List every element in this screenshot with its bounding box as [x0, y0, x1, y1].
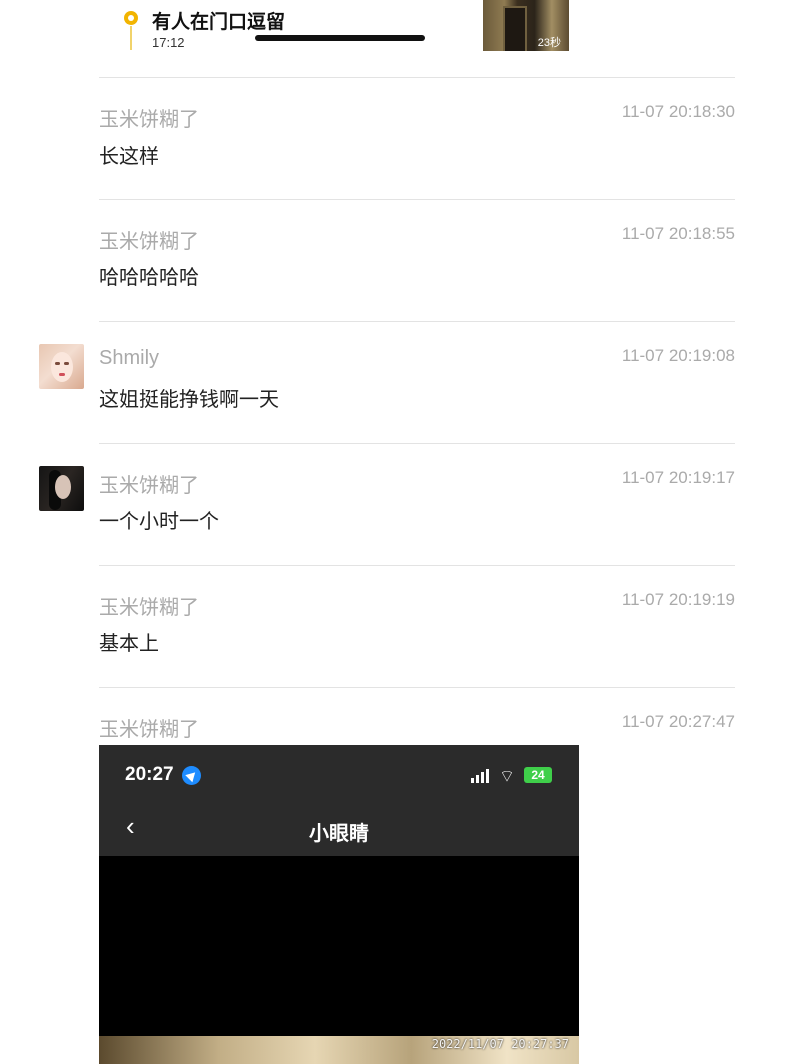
divider	[99, 687, 735, 688]
message-time: 11-07 20:19:19	[621, 590, 735, 609]
clock-icon	[124, 11, 138, 25]
screen-title: 小眼睛	[309, 823, 369, 845]
timeline-line	[130, 26, 132, 50]
message-time: 11-07 20:18:30	[621, 102, 735, 121]
username[interactable]: 玉米饼糊了	[99, 469, 199, 498]
event-time: 17:12	[152, 35, 185, 50]
event-title: 有人在门口逗留	[152, 12, 286, 33]
message-text: 哈哈哈哈哈	[99, 267, 199, 289]
username[interactable]: 玉米饼糊了	[99, 103, 199, 132]
video-timestamp: 2022/11/07 20:27:37	[431, 1037, 569, 1051]
wifi-icon: ⌔	[499, 767, 515, 786]
divider	[99, 443, 735, 444]
avatar[interactable]	[39, 466, 84, 511]
divider	[99, 77, 735, 78]
username[interactable]: 玉米饼糊了	[99, 591, 199, 620]
message-time: 11-07 20:18:55	[621, 224, 735, 243]
message-time: 11-07 20:19:08	[621, 346, 735, 365]
location-icon	[182, 766, 201, 785]
battery-icon: 24	[524, 767, 552, 783]
message-image[interactable]: 20:27 ⌔ 24 ‹ 小眼睛 2022/11/07 20:27:37	[99, 745, 579, 1064]
divider	[99, 199, 735, 200]
divider	[99, 565, 735, 566]
divider	[99, 321, 735, 322]
door-image	[503, 6, 527, 51]
message-time: 11-07 20:27:47	[621, 712, 735, 731]
message-text: 长这样	[99, 146, 159, 168]
progress-bar	[255, 35, 425, 41]
username[interactable]: 玉米饼糊了	[99, 225, 199, 254]
avatar[interactable]	[39, 344, 84, 389]
username[interactable]: Shmily	[99, 347, 159, 370]
username[interactable]: 玉米饼糊了	[99, 713, 199, 742]
event-video-thumbnail[interactable]: 23秒	[483, 0, 569, 51]
video-area	[99, 856, 579, 1036]
message-text: 一个小时一个	[99, 511, 219, 533]
message-text: 基本上	[99, 633, 159, 655]
signal-icon	[471, 769, 491, 783]
message-time: 11-07 20:19:17	[621, 468, 735, 487]
video-duration: 23秒	[537, 37, 561, 49]
phone-header: 20:27 ⌔ 24 ‹ 小眼睛	[99, 745, 579, 856]
status-clock: 20:27	[125, 764, 174, 785]
message-text: 这姐挺能挣钱啊一天	[99, 389, 279, 411]
